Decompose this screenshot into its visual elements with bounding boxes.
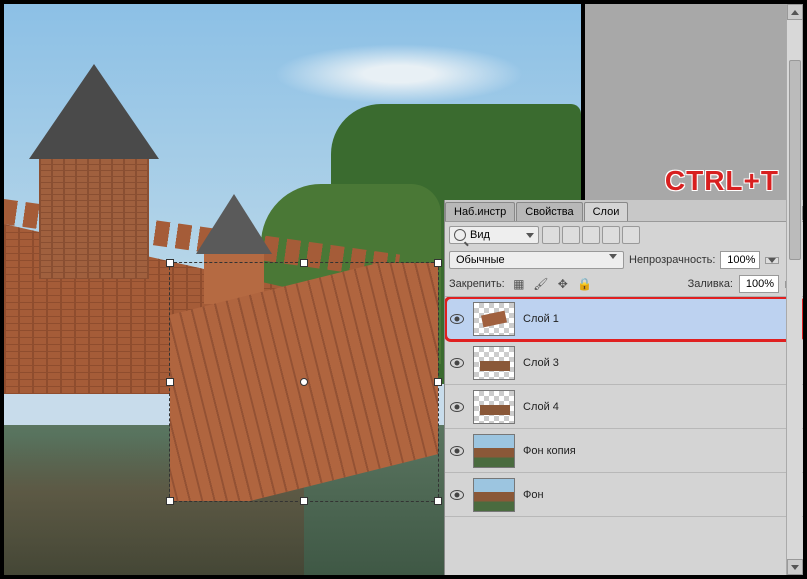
tab-layers[interactable]: Слои — [584, 202, 629, 221]
layer-filter-select[interactable]: Вид — [449, 226, 539, 244]
transform-handle-br[interactable] — [434, 497, 442, 505]
chevron-down-icon — [609, 254, 617, 259]
layer-thumbnail[interactable] — [473, 478, 515, 512]
eye-icon — [450, 446, 464, 456]
eye-icon — [450, 402, 464, 412]
layer-name[interactable]: Фон копия — [523, 445, 799, 457]
scroll-track[interactable] — [787, 20, 802, 559]
shortcut-annotation: CTRL+T — [665, 165, 779, 197]
opacity-label: Непрозрачность: — [629, 254, 715, 266]
filter-kind-label: Вид — [470, 229, 490, 241]
layers-list: Слой 1 Слой 3 Слой 4 Фон копия Фон🔒 — [445, 297, 803, 545]
visibility-toggle[interactable] — [449, 487, 465, 503]
scroll-down-button[interactable] — [787, 559, 803, 575]
transform-handle-mr[interactable] — [434, 378, 442, 386]
transform-handle-tl[interactable] — [166, 259, 174, 267]
filter-adjust-icon[interactable] — [562, 226, 580, 244]
layer-name[interactable]: Фон — [523, 489, 777, 501]
panel-tabs: Наб.инстр Свойства Слои — [445, 200, 803, 222]
layers-panel: Наб.инстр Свойства Слои Вид Обычные Непр… — [444, 200, 803, 575]
eye-icon — [450, 358, 464, 368]
visibility-toggle[interactable] — [449, 311, 465, 327]
free-transform-bounds[interactable] — [169, 262, 439, 502]
visibility-toggle[interactable] — [449, 355, 465, 371]
blend-mode-select[interactable]: Обычные — [449, 251, 624, 269]
lock-pixels-icon[interactable]: 🖌 — [533, 276, 549, 292]
filter-smart-icon[interactable] — [622, 226, 640, 244]
vertical-scrollbar[interactable] — [786, 4, 802, 575]
lock-transparent-icon[interactable]: ▦ — [511, 276, 527, 292]
fill-label: Заливка: — [688, 278, 733, 290]
chevron-down-icon — [791, 565, 799, 570]
sky — [274, 44, 524, 104]
transform-handle-ml[interactable] — [166, 378, 174, 386]
filter-shape-icon[interactable] — [602, 226, 620, 244]
scroll-up-button[interactable] — [787, 4, 803, 20]
filter-type-icon[interactable] — [582, 226, 600, 244]
search-icon — [454, 229, 466, 241]
tab-tools[interactable]: Наб.инстр — [445, 202, 515, 221]
filter-buttons — [542, 226, 640, 244]
transform-handle-bl[interactable] — [166, 497, 174, 505]
scroll-thumb[interactable] — [789, 60, 801, 260]
eye-icon — [450, 314, 464, 324]
tab-properties[interactable]: Свойства — [516, 202, 582, 221]
layer-name[interactable]: Слой 3 — [523, 357, 799, 369]
transform-handle-center[interactable] — [300, 378, 308, 386]
fill-input[interactable]: 100% — [739, 275, 779, 293]
transform-handle-tc[interactable] — [300, 259, 308, 267]
layer-thumbnail[interactable] — [473, 346, 515, 380]
transform-handle-tr[interactable] — [434, 259, 442, 267]
chevron-down-icon — [526, 233, 534, 238]
layer-thumbnail[interactable] — [473, 390, 515, 424]
layer-thumbnail[interactable] — [473, 434, 515, 468]
chevron-up-icon — [791, 10, 799, 15]
visibility-toggle[interactable] — [449, 443, 465, 459]
layer-name[interactable]: Слой 1 — [523, 313, 799, 325]
lock-all-icon[interactable]: 🔒 — [577, 276, 593, 292]
filter-pixel-icon[interactable] — [542, 226, 560, 244]
layer-row[interactable]: Слой 1 — [445, 297, 803, 341]
layer-row[interactable]: Слой 3 — [445, 341, 803, 385]
lock-position-icon[interactable]: ✥ — [555, 276, 571, 292]
visibility-toggle[interactable] — [449, 399, 465, 415]
blend-mode-value: Обычные — [456, 254, 505, 266]
layer-row[interactable]: Фон копия — [445, 429, 803, 473]
opacity-dropdown[interactable] — [765, 257, 779, 264]
layer-row[interactable]: Фон🔒 — [445, 473, 803, 517]
tower-large — [34, 64, 154, 274]
transform-handle-bc[interactable] — [300, 497, 308, 505]
layer-row[interactable]: Слой 4 — [445, 385, 803, 429]
opacity-input[interactable]: 100% — [720, 251, 760, 269]
layer-name[interactable]: Слой 4 — [523, 401, 799, 413]
eye-icon — [450, 490, 464, 500]
lock-label: Закрепить: — [449, 278, 505, 290]
layer-thumbnail[interactable] — [473, 302, 515, 336]
chevron-down-icon — [768, 258, 776, 263]
